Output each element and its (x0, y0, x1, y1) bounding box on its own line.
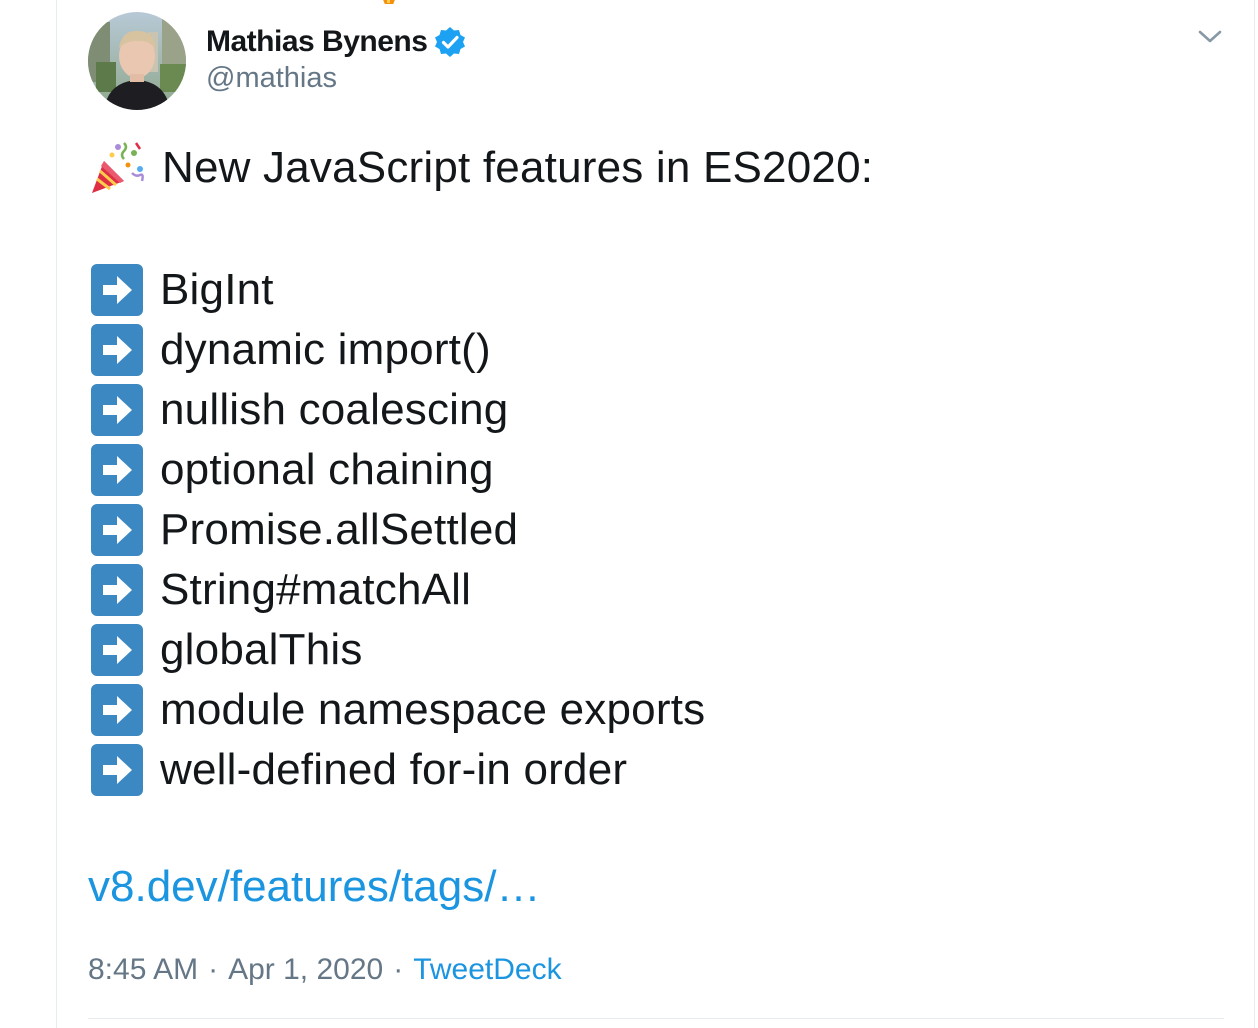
list-item: optional chaining (90, 440, 705, 500)
list-item: dynamic import() (90, 320, 705, 380)
right-arrow-icon (90, 443, 144, 497)
tweet-time[interactable]: 8:45 AM (88, 953, 198, 987)
right-arrow-icon (90, 743, 144, 797)
feature-label: dynamic import() (160, 325, 491, 374)
meta-separator: · (208, 953, 219, 986)
tweet-meta: 8:45 AM · Apr 1, 2020 · TweetDeck (88, 950, 562, 990)
timeline-left-border (56, 0, 57, 1028)
feature-label: globalThis (160, 625, 363, 674)
list-item: BigInt (90, 260, 705, 320)
chevron-down-icon[interactable] (1196, 22, 1224, 50)
tweet-headline: New JavaScript features in ES2020: (88, 138, 873, 198)
list-item: well-defined for-in order (90, 740, 705, 800)
tweet-date[interactable]: Apr 1, 2020 (228, 953, 383, 987)
timeline-right-border (1254, 0, 1255, 1028)
list-item: module namespace exports (90, 680, 705, 740)
feature-label: optional chaining (160, 445, 494, 494)
feature-label: module namespace exports (160, 685, 706, 734)
headline-text: New JavaScript features in ES2020: (162, 143, 874, 192)
feature-label: nullish coalescing (160, 385, 509, 434)
author-avatar[interactable] (88, 12, 186, 110)
right-arrow-icon (90, 383, 144, 437)
verified-badge-icon (433, 25, 467, 59)
list-item: globalThis (90, 620, 705, 680)
feature-list: BigInt dynamic import() nullish coalesci… (90, 260, 705, 800)
author-name[interactable]: Mathias Bynens (206, 25, 428, 59)
tweet-link[interactable]: v8.dev/features/tags/… (88, 862, 540, 912)
tweet-source-link[interactable]: TweetDeck (413, 953, 561, 987)
party-popper-icon (88, 139, 146, 197)
author-handle[interactable]: @mathias (206, 62, 337, 95)
list-item: Promise.allSettled (90, 500, 705, 560)
list-item: nullish coalescing (90, 380, 705, 440)
divider (88, 1018, 1224, 1019)
feature-label: well-defined for-in order (160, 745, 628, 794)
right-arrow-icon (90, 263, 144, 317)
feature-label: BigInt (160, 265, 274, 314)
feature-label: Promise.allSettled (160, 505, 519, 554)
tweet: Mathias Bynens @mathias New JavaScript f… (88, 0, 1224, 1028)
meta-separator: · (393, 953, 404, 986)
right-arrow-icon (90, 683, 144, 737)
right-arrow-icon (90, 503, 144, 557)
right-arrow-icon (90, 563, 144, 617)
feature-label: String#matchAll (160, 565, 472, 614)
author-name-row: Mathias Bynens (206, 22, 467, 62)
list-item: String#matchAll (90, 560, 705, 620)
right-arrow-icon (90, 623, 144, 677)
right-arrow-icon (90, 323, 144, 377)
